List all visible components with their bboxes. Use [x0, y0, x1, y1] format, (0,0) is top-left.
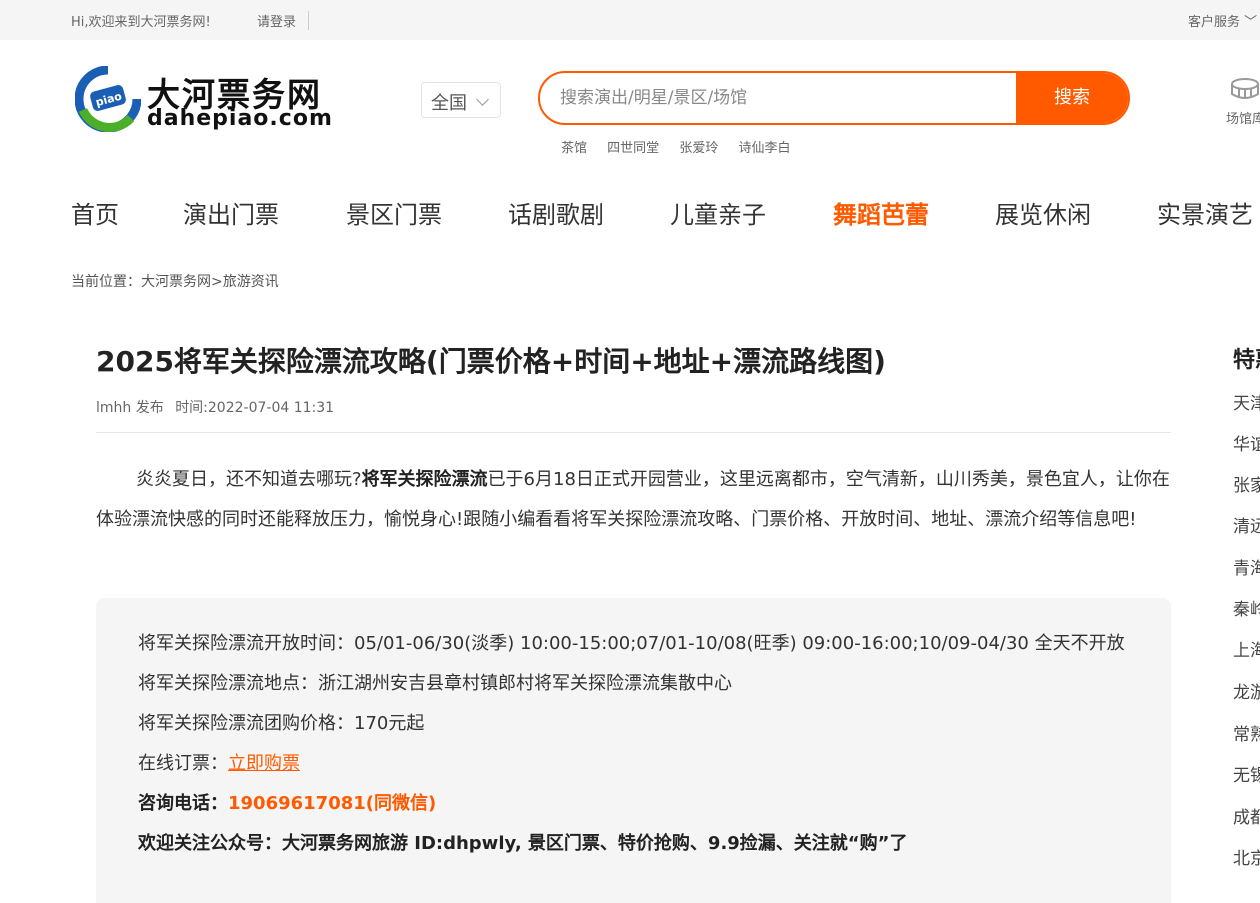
logo-icon: piao: [75, 66, 141, 132]
sidebar-item[interactable]: 北京: [1233, 844, 1260, 869]
search-button[interactable]: 搜索: [1016, 73, 1128, 123]
article-author: lmhh 发布: [96, 400, 164, 416]
sidebar-item[interactable]: 天津: [1233, 389, 1260, 414]
article-meta: lmhh 发布 时间:2022-07-04 11:31: [96, 397, 334, 417]
search-bar: 搜索: [538, 71, 1130, 125]
hotword-link[interactable]: 四世同堂: [607, 141, 659, 156]
site-logo[interactable]: piao 大河票务网 dahepiao.com: [75, 66, 345, 132]
hotword-link[interactable]: 张爱玲: [679, 141, 718, 156]
phone-number: 19069617081(同微信): [228, 793, 437, 814]
sidebar-title: 特惠: [1233, 348, 1260, 373]
venue-library-link[interactable]: 场馆库: [1226, 74, 1260, 129]
online-label: 在线订票：: [138, 753, 228, 774]
nav-item-kids[interactable]: 儿童亲子: [670, 195, 766, 230]
welcome-text: Hi,欢迎来到大河票务网!: [71, 15, 211, 30]
top-bar: Hi,欢迎来到大河票务网! 请登录 客户服务 ﹀: [0, 0, 1260, 40]
sidebar-item[interactable]: 秦岭: [1233, 595, 1260, 620]
hotword-link[interactable]: 茶馆: [561, 141, 587, 156]
address: 将军关探险漂流地点：浙江湖州安吉县章村镇郎村将军关探险漂流集散中心: [138, 673, 732, 694]
stadium-icon: [1231, 78, 1259, 99]
group-price: 将军关探险漂流团购价格：170元起: [138, 713, 425, 734]
sidebar-item[interactable]: 张家: [1233, 471, 1260, 496]
login-link[interactable]: 请登录: [257, 11, 310, 30]
search-input[interactable]: [540, 73, 1020, 123]
buy-now-link[interactable]: 立即购票: [228, 753, 300, 774]
nav-item-scenic[interactable]: 景区门票: [346, 195, 442, 230]
article-time: 时间:2022-07-04 11:31: [175, 400, 335, 416]
intro-bold: 将军关探险漂流: [361, 469, 488, 490]
hotword-link[interactable]: 诗仙李白: [738, 141, 790, 156]
sidebar-item[interactable]: 华谊: [1233, 430, 1260, 455]
sidebar-item[interactable]: 龙游: [1233, 678, 1260, 703]
city-select-value: 全国: [431, 93, 467, 114]
article-intro: 炎炎夏日，还不知道去哪玩?将军关探险漂流已于6月18日正式开园营业，这里远离都市…: [96, 460, 1171, 540]
sidebar-item[interactable]: 上海: [1233, 636, 1260, 661]
info-box: 将军关探险漂流开放时间：05/01-06/30(淡季) 10:00-15:00;…: [96, 598, 1171, 903]
chevron-down-icon: [476, 93, 489, 106]
nav-item-live-show[interactable]: 实景演艺: [1157, 195, 1253, 230]
customer-service-menu[interactable]: 客户服务 ﹀: [1188, 11, 1257, 30]
sidebar-item[interactable]: 成都: [1233, 803, 1260, 828]
breadcrumb: 当前位置：大河票务网>旅游资讯: [71, 274, 279, 290]
sidebar-item[interactable]: 清远: [1233, 512, 1260, 537]
sidebar-item[interactable]: 无锡: [1233, 761, 1260, 786]
nav-item-exhibition[interactable]: 展览休闲: [995, 195, 1091, 230]
wechat-follow: 欢迎关注公众号：大河票务网旅游 ID:dhpwly, 景区门票、特价抢购、9.9…: [138, 833, 908, 854]
online-booking: 在线订票：立即购票: [108, 750, 1159, 778]
nav-item-home[interactable]: 首页: [71, 195, 119, 230]
city-select[interactable]: 全国: [421, 82, 501, 118]
intro-text: 炎炎夏日，还不知道去哪玩?: [136, 469, 362, 490]
logo-text-en: dahepiao.com: [147, 106, 333, 131]
sidebar-item[interactable]: 常熟: [1233, 720, 1260, 745]
phone-label: 咨询电话：: [138, 793, 228, 814]
venue-label: 场馆库: [1226, 112, 1260, 127]
article-title: 2025将军关探险漂流攻略(门票价格+时间+地址+漂流路线图): [96, 345, 886, 378]
divider: [96, 432, 1171, 433]
consult-phone: 咨询电话：19069617081(同微信): [108, 790, 1159, 818]
nav-item-dance[interactable]: 舞蹈芭蕾: [833, 195, 929, 230]
sidebar-item[interactable]: 青海: [1233, 554, 1260, 579]
nav-item-shows[interactable]: 演出门票: [183, 195, 279, 230]
nav-item-drama[interactable]: 话剧歌剧: [508, 195, 604, 230]
hot-search-words: 茶馆 四世同堂 张爱玲 诗仙李白: [561, 137, 806, 156]
open-time: 将军关探险漂流开放时间：05/01-06/30(淡季) 10:00-15:00;…: [138, 633, 1125, 654]
